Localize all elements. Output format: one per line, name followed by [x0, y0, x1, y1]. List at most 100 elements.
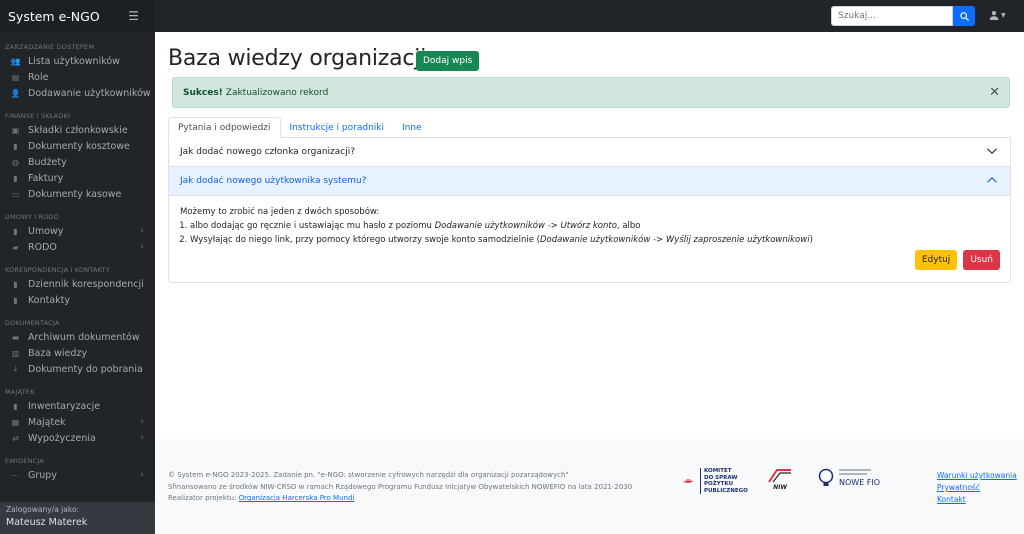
tab-instructions[interactable]: Instrukcje i poradniki: [281, 117, 393, 138]
clipboard-icon: ▮: [13, 401, 18, 411]
add-entry-button[interactable]: Dodaj wpis: [416, 51, 480, 71]
accordion-item-user[interactable]: Jak dodać nowego użytkownika systemu?: [169, 167, 1010, 196]
sidebar-item-label: Wypożyczenia: [28, 432, 96, 444]
chevron-up-icon: [987, 176, 997, 183]
success-alert: Sukces! Zaktualizowano rekord ✕: [172, 77, 1010, 108]
file-icon: ▮: [13, 173, 18, 183]
sidebar-item[interactable]: ⋯ Grupy ›: [0, 467, 155, 483]
privacy-link[interactable]: Prywatność: [937, 482, 1017, 494]
entry-actions: Edytuj Usuń: [914, 250, 1000, 270]
brand-area: System e-NGO ☰: [0, 0, 155, 32]
sidebar-item[interactable]: 👤 Dodawanie użytkowników ›: [0, 85, 155, 101]
nowe-fio-logo: NOWE FIO: [817, 468, 880, 488]
book-icon: ▮: [13, 279, 18, 289]
sidebar-item[interactable]: 👥 Lista użytkowników: [0, 53, 155, 69]
file-contract-icon: ▮: [13, 226, 18, 236]
sidebar-heading: UMOWY I RODO: [5, 213, 60, 221]
sidebar-item[interactable]: ▥ Baza wiedzy: [0, 345, 155, 361]
sidebar: ZARZĄDZANIE DOSTĘPEM 👥 Lista użytkownikó…: [0, 32, 155, 534]
sidebar-item-label: Inwentaryzacje: [28, 400, 101, 412]
chevron-right-icon: ›: [140, 88, 144, 98]
footer-copyright: © System e-NGO 2023-2025. Zadanie pn. "e…: [168, 471, 569, 479]
sidebar-item[interactable]: ▮ Faktury: [0, 170, 155, 186]
sitemap-icon: ⋯: [11, 470, 20, 480]
user-menu[interactable]: ▼: [989, 10, 1006, 20]
sidebar-item[interactable]: ▭ Dokumenty kasowe: [0, 186, 155, 202]
footer-text: © System e-NGO 2023-2025. Zadanie pn. "e…: [168, 470, 632, 505]
sidebar-heading: KORESPONDENCJA I KONTAKTY: [5, 266, 110, 274]
page-footer: © System e-NGO 2023-2025. Zadanie pn. "e…: [155, 439, 1024, 534]
sidebar-item[interactable]: ▮ Dokumenty kosztowe: [0, 138, 155, 154]
brand-link[interactable]: System e-NGO: [8, 9, 100, 24]
sidebar-item[interactable]: ▬ Archiwum dokumentów: [0, 329, 155, 345]
user-name: Mateusz Materek: [6, 517, 88, 528]
sidebar-item-label: Archiwum dokumentów: [28, 331, 140, 343]
chevron-down-icon: [987, 148, 997, 155]
sidebar-user-footer: Zalogowany/a jako: Mateusz Materek: [0, 502, 155, 534]
chevron-right-icon: ›: [140, 417, 144, 427]
main-content: Baza wiedzy organizacji Dodaj wpis Sukce…: [155, 32, 1024, 534]
search-icon: [959, 11, 969, 21]
niw-logo: NIW: [767, 468, 793, 491]
answer-intro: Możemy to zrobić na jeden z dwóch sposob…: [180, 207, 380, 217]
answer-item: Wysyłając do niego link, przy pomocy któ…: [190, 233, 999, 247]
tab-other[interactable]: Inne: [393, 117, 431, 138]
sidebar-item[interactable]: ▦ Majątek ›: [0, 414, 155, 430]
realizer-link[interactable]: Organizacja Harcerska Pro Mundi: [239, 494, 355, 502]
sidebar-item[interactable]: ⤓ Dokumenty do pobrania: [0, 361, 155, 377]
tab-questions[interactable]: Pytania i odpowiedzi: [168, 117, 281, 138]
download-icon: ⤓: [13, 364, 18, 373]
sidebar-heading: EWIDENCJA: [5, 457, 45, 465]
sidebar-item[interactable]: ▤ Role: [0, 69, 155, 85]
search-input[interactable]: [831, 6, 953, 26]
sidebar-heading: FINANSE I SKŁADKI: [5, 112, 71, 120]
delete-button[interactable]: Usuń: [963, 250, 1000, 270]
sidebar-item-label: Role: [28, 71, 49, 83]
sidebar-item-label: Faktury: [28, 172, 64, 184]
sidebar-toggle-icon[interactable]: ☰: [128, 9, 139, 23]
sidebar-item-label: Dokumenty do pobrania: [28, 363, 143, 375]
caret-down-icon: ▼: [1001, 11, 1006, 19]
alert-text: Zaktualizowano rekord: [225, 87, 329, 98]
user-plus-icon: 👤: [10, 88, 21, 98]
chevron-right-icon: ›: [140, 242, 144, 252]
archive-icon: ▬: [11, 332, 20, 342]
sidebar-item-label: Dokumenty kosztowe: [28, 140, 130, 152]
handshake-icon: ⇄: [12, 433, 19, 443]
edit-button[interactable]: Edytuj: [914, 250, 958, 270]
accordion-item-member[interactable]: Jak dodać nowego członka organizacji?: [169, 138, 1010, 167]
sidebar-item[interactable]: ▮ Inwentaryzacje: [0, 398, 155, 414]
book-open-icon: ▥: [11, 348, 20, 358]
sidebar-item[interactable]: ▰ RODO ›: [0, 239, 155, 255]
sidebar-item-label: Baza wiedzy: [28, 347, 88, 359]
search-form: [831, 6, 975, 26]
sidebar-item[interactable]: ▣ Składki członkowskie: [0, 122, 155, 138]
id-card-icon: ▤: [11, 72, 20, 82]
sidebar-heading: MAJĄTEK: [5, 388, 35, 396]
sidebar-item-label: Grupy: [28, 469, 57, 481]
sidebar-item[interactable]: ◍ Budżety: [0, 154, 155, 170]
footer-links: Warunki użytkowania Prywatność Kontakt: [937, 470, 1017, 506]
sidebar-item[interactable]: ⇄ Wypożyczenia ›: [0, 430, 155, 446]
alert-strong: Sukces!: [183, 87, 223, 98]
chevron-right-icon: ›: [140, 433, 144, 443]
terms-link[interactable]: Warunki użytkowania: [937, 470, 1017, 482]
sidebar-item[interactable]: ▮ Kontakty: [0, 292, 155, 308]
address-book-icon: ▮: [13, 295, 18, 305]
close-icon[interactable]: ✕: [989, 86, 1000, 99]
accordion-question: Jak dodać nowego użytkownika systemu?: [180, 176, 367, 186]
footer-funding: Sfinansowano ze środków NIW-CRSO w ramac…: [168, 482, 633, 491]
sidebar-item-label: Kontakty: [28, 294, 70, 306]
search-button[interactable]: [953, 6, 975, 26]
sidebar-heading: ZARZĄDZANIE DOSTĘPEM: [5, 43, 95, 51]
sidebar-item-label: Składki członkowskie: [28, 124, 128, 136]
accordion-question: Jak dodać nowego członka organizacji?: [180, 147, 356, 157]
sidebar-item-label: RODO: [28, 241, 57, 253]
contact-link[interactable]: Kontakt: [937, 494, 1017, 506]
sidebar-item-label: Dziennik korespondencji: [28, 278, 144, 290]
sidebar-item[interactable]: ▮ Dziennik korespondencji: [0, 276, 155, 292]
kdspp-logo: KOMITET DO SPRAW POŻYTKU PUBLICZNEGO: [681, 468, 748, 494]
answer-list: albo dodając go ręcznie i ustawiając mu …: [180, 219, 999, 247]
piggy-bank-icon: ◍: [12, 157, 19, 167]
sidebar-item[interactable]: ▮ Umowy ›: [0, 223, 155, 239]
